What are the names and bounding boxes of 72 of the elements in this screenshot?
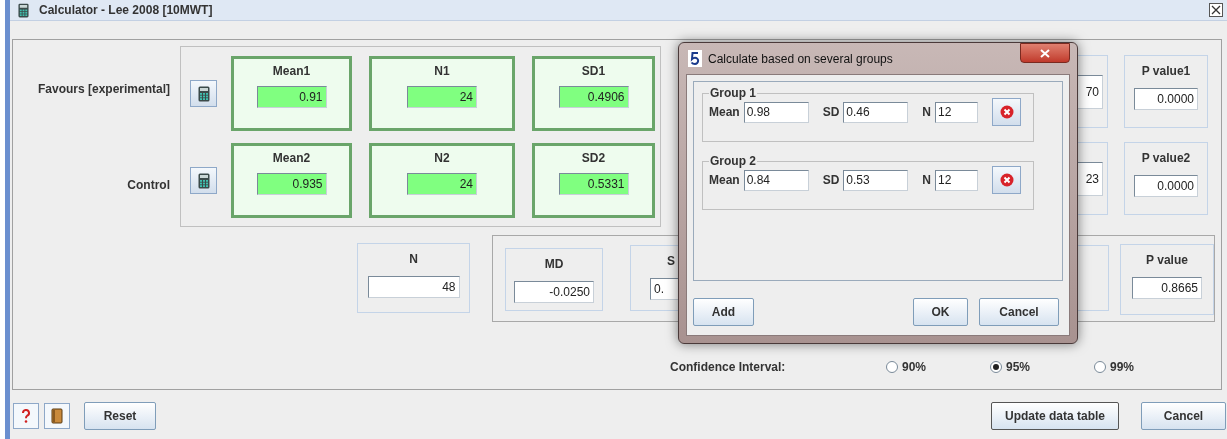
value-field[interactable]: 48 bbox=[367, 276, 460, 298]
close-icon bbox=[1211, 5, 1221, 15]
value-field[interactable]: 0.935 bbox=[256, 173, 327, 195]
field-label: SD1 bbox=[581, 63, 606, 80]
field-label: SD2 bbox=[581, 150, 606, 167]
button[interactable]: Update data table bbox=[991, 402, 1119, 430]
book-button[interactable] bbox=[44, 403, 70, 429]
button[interactable]: Cancel bbox=[979, 298, 1059, 326]
remove-icon bbox=[999, 173, 1014, 187]
field-label: SD bbox=[822, 172, 840, 189]
value-field[interactable]: 0.46 bbox=[843, 101, 909, 123]
value-field[interactable]: 24 bbox=[407, 86, 477, 108]
calculator-icon bbox=[197, 172, 210, 189]
button[interactable]: Cancel bbox=[1141, 402, 1226, 430]
calculator-button[interactable] bbox=[190, 167, 217, 194]
help-button[interactable] bbox=[13, 403, 39, 429]
calculator-button[interactable] bbox=[190, 80, 217, 107]
question-mark-icon bbox=[21, 408, 31, 424]
radio-option[interactable]: 90% bbox=[886, 358, 990, 376]
remove-button[interactable] bbox=[992, 166, 1022, 194]
group-label: Favours [experimental] bbox=[37, 81, 170, 98]
remove-icon bbox=[999, 105, 1014, 119]
calculator-icon bbox=[18, 2, 29, 18]
field-label: SD bbox=[822, 104, 840, 121]
group-title: Group 1 bbox=[709, 85, 757, 102]
radio-button[interactable] bbox=[990, 361, 1002, 373]
field-label: Mean bbox=[709, 104, 740, 121]
value-field[interactable]: 0.0000 bbox=[1134, 88, 1198, 110]
radio-button[interactable] bbox=[886, 361, 898, 373]
radio-button[interactable] bbox=[1094, 361, 1106, 373]
close-icon bbox=[1040, 48, 1050, 58]
value-field[interactable]: 12 bbox=[935, 169, 979, 191]
field-label: Mean bbox=[709, 172, 740, 189]
remove-button[interactable] bbox=[992, 98, 1022, 126]
field-label: Mean2 bbox=[272, 150, 311, 167]
value-field[interactable]: 12 bbox=[935, 101, 979, 123]
value-field[interactable]: 0.4906 bbox=[558, 86, 629, 108]
field-label: P value2 bbox=[1141, 150, 1191, 167]
value-field[interactable]: 0.0000 bbox=[1134, 175, 1198, 197]
close-button[interactable] bbox=[1209, 3, 1223, 17]
field-label: S bbox=[667, 253, 676, 270]
radio-option[interactable]: 99% bbox=[1094, 358, 1198, 376]
confidence-label: Confidence Interval: bbox=[670, 359, 787, 376]
field-label: N2 bbox=[434, 150, 450, 167]
value-field[interactable]: 0.53 bbox=[843, 169, 909, 191]
dialog-title: Calculate based on several groups bbox=[708, 50, 893, 68]
field-label: P value1 bbox=[1141, 63, 1191, 80]
field-label: N bbox=[922, 104, 932, 121]
group-title: Group 2 bbox=[709, 153, 757, 170]
value-field[interactable]: 0.5331 bbox=[558, 173, 629, 195]
value-field[interactable]: 0.98 bbox=[743, 101, 809, 123]
field-label: N bbox=[409, 251, 418, 268]
button[interactable]: OK bbox=[913, 298, 968, 326]
button[interactable]: Reset bbox=[84, 402, 156, 430]
value-field[interactable]: 0.91 bbox=[256, 86, 327, 108]
book-icon bbox=[51, 408, 63, 424]
field-label: P value bbox=[1146, 252, 1188, 269]
value-field[interactable]: 0.84 bbox=[743, 169, 809, 191]
window-title: Calculator - Lee 2008 [10MWT] bbox=[39, 2, 213, 19]
app-logo-icon bbox=[688, 50, 702, 67]
group-label: Control bbox=[127, 177, 170, 194]
field-label: MD bbox=[544, 256, 564, 273]
close-button[interactable] bbox=[1020, 43, 1070, 63]
calculator-icon bbox=[197, 85, 210, 102]
radio-option[interactable]: 95% bbox=[990, 358, 1094, 376]
button[interactable]: Add bbox=[693, 298, 754, 326]
value-field[interactable]: 24 bbox=[407, 173, 477, 195]
field-label: N bbox=[922, 172, 932, 189]
value-field[interactable]: 0.8665 bbox=[1132, 277, 1202, 299]
field-label: N1 bbox=[434, 63, 450, 80]
field-label: Mean1 bbox=[272, 63, 311, 80]
value-field[interactable]: -0.0250 bbox=[514, 281, 594, 303]
